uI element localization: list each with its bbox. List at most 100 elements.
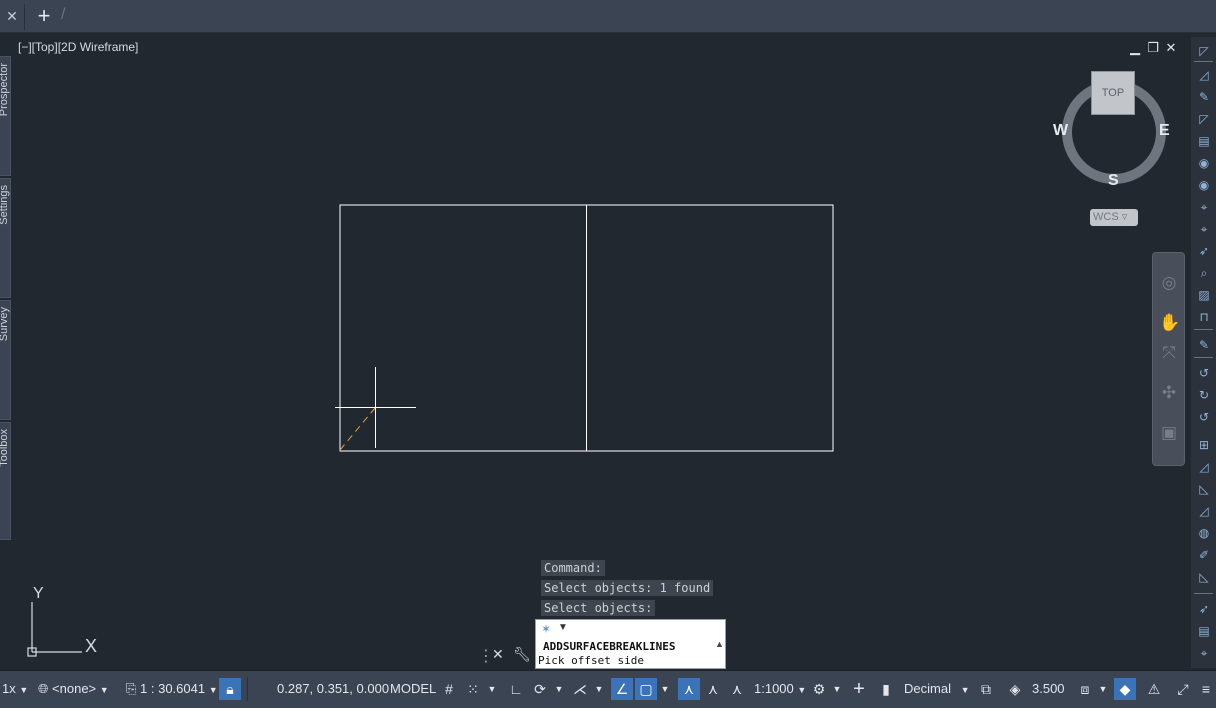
paint-tool-icon[interactable]: ✐ xyxy=(1196,547,1212,563)
command-prompt: Pick offset side xyxy=(538,654,644,667)
command-history-line: Select objects: xyxy=(541,600,656,616)
wrench-icon[interactable]: 🔧︎ xyxy=(513,646,531,663)
command-icon[interactable]: ✶ xyxy=(541,622,551,636)
chevron-down-icon[interactable]: ▼ xyxy=(1096,678,1110,700)
chevron-down-icon: ▼ xyxy=(208,685,218,695)
search-icon[interactable]: ⌕ xyxy=(1196,265,1212,281)
annotation-scale-label: 1:1000 xyxy=(754,681,794,696)
chevron-down-icon[interactable]: ▼ xyxy=(485,678,499,700)
zoom-factor[interactable]: 1x ▼ xyxy=(2,680,28,699)
earth-icon[interactable]: ◉ xyxy=(1196,177,1212,193)
curve-tool-icon[interactable]: ↺ xyxy=(1196,365,1212,381)
chevron-down-icon[interactable]: ▼ xyxy=(658,678,672,700)
property-tool-icon[interactable]: ⊓ xyxy=(1196,309,1212,325)
auto-scale-icon[interactable]: ⋏ xyxy=(702,678,724,700)
ruler-icon[interactable]: ▮ xyxy=(877,678,895,700)
ucs-menu[interactable]: WCS ▿ xyxy=(1090,209,1138,226)
zoom-factor-label: 1x xyxy=(2,681,16,696)
toolbar-divider xyxy=(1194,593,1213,594)
chevron-down-icon: ▼ xyxy=(960,685,970,695)
orbit-icon[interactable]: ✣ xyxy=(1159,383,1179,403)
annotation-scale[interactable]: 1:1000 ▼ xyxy=(754,680,806,699)
coordinate-system-label: <none> xyxy=(52,681,97,696)
tag-icon[interactable]: ◆ xyxy=(1114,678,1136,700)
chevron-down-icon[interactable]: ▼ xyxy=(552,678,566,700)
navigation-bar: ◎ ✋ ⤧ ✣ ▣ xyxy=(1152,252,1185,466)
fullscreen-icon[interactable]: ⤢ xyxy=(1172,678,1194,700)
gear-icon[interactable]: ⚙ xyxy=(808,678,830,700)
toolbar-divider xyxy=(1194,61,1213,62)
annotation-scale-icon[interactable]: ⋏ xyxy=(726,678,748,700)
image-tool-icon[interactable]: ▨ xyxy=(1196,287,1212,303)
snap-icon[interactable]: ⁙ xyxy=(463,678,483,700)
ortho-icon[interactable]: ∟ xyxy=(506,678,526,700)
surface-tool-icon[interactable]: ◍ xyxy=(1196,525,1212,541)
arc-tool-icon[interactable]: ↺ xyxy=(1196,409,1212,425)
corridor-tool-icon[interactable]: ◺ xyxy=(1196,569,1212,585)
chevron-down-icon[interactable]: ▼ xyxy=(830,678,844,700)
warning-icon[interactable]: ⚠ xyxy=(1143,678,1165,700)
command-line-tools: ⋮ ✕ 🔧︎ xyxy=(478,646,534,668)
showmotion-icon[interactable]: ▣ xyxy=(1159,423,1179,443)
menu-icon[interactable]: ≡ xyxy=(1196,678,1216,700)
ucs-icon: Y X xyxy=(27,585,97,657)
grid-icon[interactable]: # xyxy=(439,678,459,700)
pin-tool-icon[interactable]: ⌖ xyxy=(1196,645,1212,661)
globe-icon: 🌐︎ xyxy=(38,681,49,696)
chevron-down-icon[interactable]: ▼ xyxy=(558,622,568,633)
compass-south[interactable]: S xyxy=(1108,172,1119,190)
units-selector[interactable]: Decimal ▼ xyxy=(904,680,970,699)
pointer-tool-icon[interactable]: ➶ xyxy=(1196,601,1212,617)
isodraft-icon[interactable]: ⋌ xyxy=(570,678,590,700)
plus-icon[interactable]: + xyxy=(848,678,870,700)
line-tool-icon[interactable]: ◿ xyxy=(1196,67,1212,83)
layers-icon[interactable]: ▤ xyxy=(1196,133,1212,149)
command-history-line: Command: xyxy=(541,560,605,576)
tangent-tool-icon[interactable]: ↻ xyxy=(1196,387,1212,403)
angle-tool-icon[interactable]: ◺ xyxy=(1196,481,1212,497)
coordinate-system-selector[interactable]: 🌐︎ <none> ▼ xyxy=(38,680,109,699)
zoom-extents-icon[interactable]: ⤧ xyxy=(1159,343,1179,363)
viewcube-top-face[interactable]: TOP xyxy=(1091,71,1135,115)
globe-icon[interactable]: ◉ xyxy=(1196,155,1212,171)
slope-tool-icon[interactable]: ◿ xyxy=(1196,503,1212,519)
quick-properties-icon[interactable]: ⧉ xyxy=(976,678,996,700)
compass-east[interactable]: E xyxy=(1159,122,1170,140)
viewcube[interactable]: N S E W TOP xyxy=(1044,38,1170,198)
status-divider xyxy=(247,677,248,701)
elevation-value[interactable]: 3.500 xyxy=(1032,680,1065,698)
chevron-up-icon[interactable]: ▲ xyxy=(715,639,724,649)
object-snap-tracking-icon[interactable]: ∠ xyxy=(611,678,633,700)
isolate-objects-icon[interactable]: ⧈ xyxy=(1074,678,1096,700)
chevron-down-icon: ▿ xyxy=(1121,211,1128,223)
vertex-tool-icon[interactable]: ⌖ xyxy=(1196,221,1212,237)
viewport-scale[interactable]: ⎘ 1 : 30.6041 ▼ xyxy=(126,680,218,699)
grid-tool-icon[interactable]: ⊞ xyxy=(1196,437,1212,453)
pen-tool-icon[interactable]: ✎ xyxy=(1196,89,1212,105)
polar-tracking-icon[interactable]: ⟳ xyxy=(530,678,550,700)
object-snap-icon[interactable]: ▢ xyxy=(635,678,657,700)
chevron-down-icon: ▼ xyxy=(797,685,807,695)
pan-hand-icon[interactable]: ✋ xyxy=(1159,313,1180,333)
compass-west[interactable]: W xyxy=(1053,122,1068,140)
ucs-x-label: X xyxy=(85,636,97,656)
layer-stack-icon[interactable]: ◈ xyxy=(1004,678,1026,700)
brush-tool-icon[interactable]: ◸ xyxy=(1196,111,1212,127)
lock-icon[interactable]: 🔒︎ xyxy=(219,678,241,700)
point-tool-icon[interactable]: ⌖ xyxy=(1196,199,1212,215)
model-space-toggle[interactable]: MODEL xyxy=(390,680,436,698)
measure-tool-icon[interactable]: ◿ xyxy=(1196,459,1212,475)
coordinate-readout[interactable]: 0.287, 0.351, 0.000 xyxy=(277,680,389,698)
civil3d-window: ✕ + / Prospector Settings Survey Toolbox… xyxy=(0,0,1216,708)
command-input-box[interactable]: ✶ ▼ ADDSURFACEBREAKLINES ▲ Pick offset s… xyxy=(535,619,726,669)
stack-tool-icon[interactable]: ▤ xyxy=(1196,623,1212,639)
ucs-label: WCS xyxy=(1093,211,1119,223)
edit-tool-icon[interactable]: ✎ xyxy=(1196,337,1212,353)
chevron-down-icon[interactable]: ▼ xyxy=(592,678,606,700)
draw-tool-icon[interactable]: ◸ xyxy=(1196,43,1212,59)
steering-wheel-icon[interactable]: ◎ xyxy=(1159,273,1179,293)
select-tool-icon[interactable]: ➶ xyxy=(1196,243,1212,259)
annotation-visibility-icon[interactable]: ⋏ xyxy=(678,678,700,700)
close-icon[interactable]: ✕ xyxy=(492,646,504,663)
current-command: ADDSURFACEBREAKLINES xyxy=(543,640,676,653)
